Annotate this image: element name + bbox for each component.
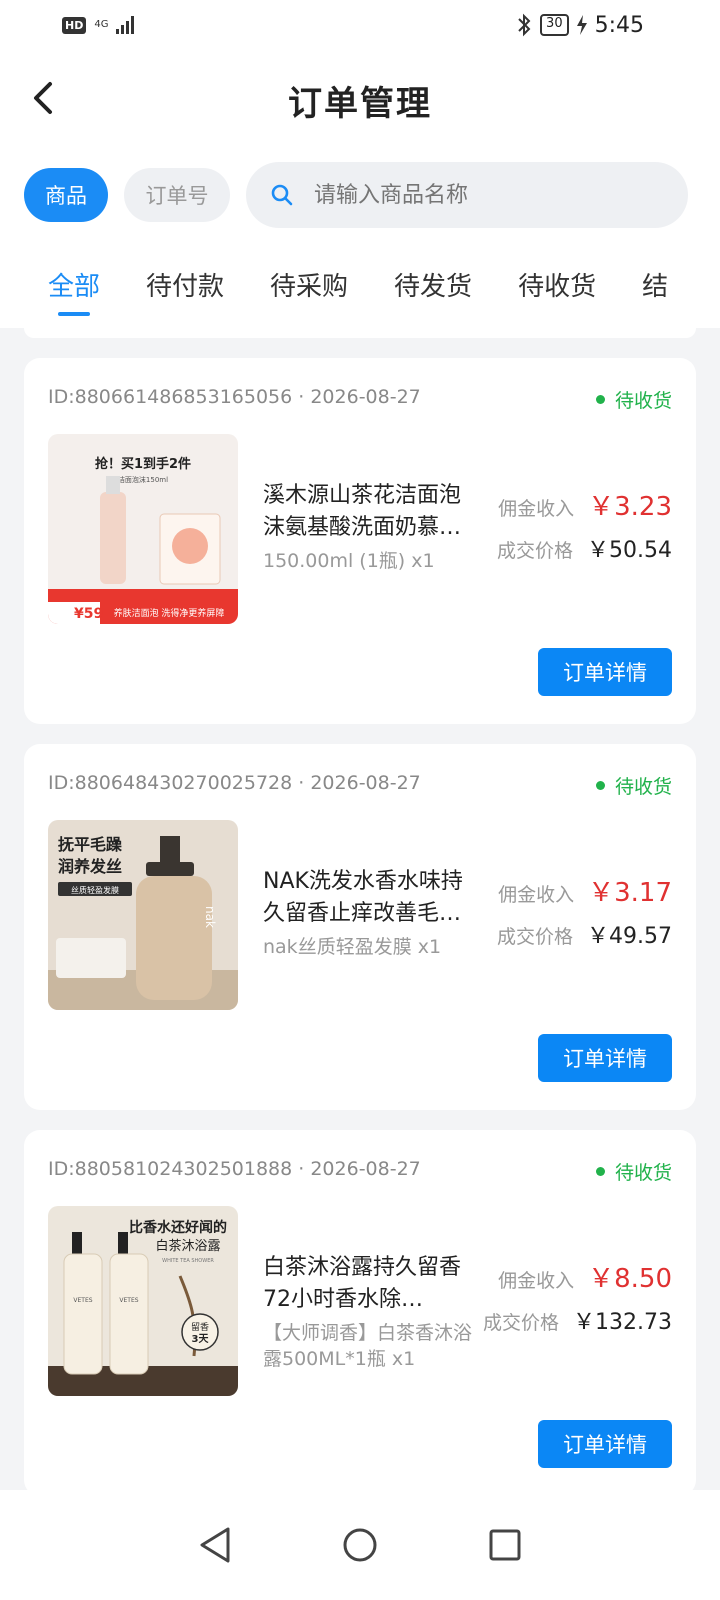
- product-name-text: 溪木源山茶花洁面泡沫氨基酸洗面奶慕…: [263, 483, 462, 540]
- tab-pending-receipt[interactable]: 待收货: [518, 240, 596, 328]
- brand-mark-1: VETES: [73, 1297, 92, 1304]
- home-circle-icon[interactable]: [342, 1527, 378, 1563]
- back-triangle-icon[interactable]: [198, 1526, 232, 1564]
- clock: 5:45: [594, 12, 644, 38]
- price-block: 佣金收入 ￥3.17 成交价格 ￥49.57: [497, 872, 672, 964]
- order-id-date: ID:880648430270025728 · 2026-08-27: [48, 772, 421, 794]
- image-subtitle: WHITE TEA SHOWER: [162, 1258, 214, 1264]
- price-block: 佣金收入 ￥8.50 成交价格 ￥132.73: [483, 1258, 672, 1350]
- product-spec: 【大师调香】白茶香沐浴露500ML*1瓶 x1: [263, 1322, 473, 1370]
- filter-product-button[interactable]: 商品: [24, 168, 108, 222]
- image-headline-2: 润养发丝: [58, 857, 122, 876]
- network-type: 4G: [94, 19, 109, 30]
- battery-icon: 30: [540, 14, 569, 36]
- deal-price-value: ￥132.73: [573, 1310, 672, 1335]
- product-spec: 150.00ml (1瓶) x1: [263, 550, 435, 572]
- search-input[interactable]: [314, 182, 654, 208]
- search-box[interactable]: [246, 162, 688, 228]
- order-detail-button[interactable]: 订单详情: [538, 1034, 672, 1082]
- commission-label: 佣金收入: [498, 498, 575, 520]
- signal-icon: [116, 16, 135, 34]
- badge-bottom: 3天: [192, 1333, 210, 1345]
- commission-label: 佣金收入: [498, 884, 575, 906]
- commission-value: ￥8.50: [588, 1264, 672, 1294]
- previous-card-edge: [24, 328, 696, 338]
- recents-square-icon[interactable]: [488, 1528, 522, 1562]
- commission-value: ￥3.17: [588, 878, 672, 908]
- product-name[interactable]: 溪木源山茶花洁面泡沫氨基酸洗面奶慕…: [263, 480, 481, 544]
- app-header: 订单管理: [0, 50, 720, 150]
- product-name-text: 白茶沐浴露持久留香72小时香水除…: [263, 1255, 462, 1312]
- product-image-cleanser: 抢！买1到手2件 洁面泡沫150ml ¥59 养肤洁面泡 洗得净更养屏障: [48, 434, 238, 624]
- deal-price-label: 成交价格: [497, 926, 574, 948]
- order-card: ID:880581024302501888 · 2026-08-27 待收货 比…: [24, 1130, 696, 1496]
- promo-title: 抢！买1到手2件: [95, 456, 191, 472]
- hd-icon: HD: [62, 16, 87, 34]
- deal-price-label: 成交价格: [497, 540, 574, 562]
- promo-subtitle: 洁面泡沫150ml: [118, 475, 168, 484]
- image-tag: 丝质轻盈发膜: [71, 885, 119, 895]
- status-bar: HD 4G 30 5:45: [0, 0, 720, 50]
- back-arrow-icon[interactable]: [28, 78, 56, 118]
- promo-price-tag: ¥59: [74, 606, 103, 622]
- image-headline-1: 比香水还好闻的: [129, 1219, 227, 1236]
- deal-price-value: ￥50.54: [587, 538, 672, 563]
- product-name[interactable]: 白茶沐浴露持久留香72小时香水除…: [263, 1252, 481, 1316]
- product-name[interactable]: NAK洗发水香水味持久留香止痒改善毛…: [263, 866, 481, 930]
- order-detail-button[interactable]: 订单详情: [538, 648, 672, 696]
- price-block: 佣金收入 ￥3.23 成交价格 ￥50.54: [497, 486, 672, 578]
- tab-pending-payment[interactable]: 待付款: [146, 240, 224, 328]
- order-id-date: ID:880661486853165056 · 2026-08-27: [48, 386, 421, 408]
- order-id-date: ID:880581024302501888 · 2026-08-27: [48, 1158, 421, 1180]
- order-card: ID:880661486853165056 · 2026-08-27 待收货 抢…: [24, 358, 696, 724]
- order-detail-button[interactable]: 订单详情: [538, 1420, 672, 1468]
- order-status-label: 待收货: [614, 390, 672, 412]
- product-image[interactable]: 抢！买1到手2件 洁面泡沫150ml ¥59 养肤洁面泡 洗得净更养屏障: [48, 434, 238, 624]
- product-image[interactable]: 抚平毛躁 润养发丝 丝质轻盈发膜 nak: [48, 820, 238, 1010]
- commission-value: ￥3.23: [588, 492, 672, 522]
- status-left: HD 4G: [62, 16, 135, 34]
- status-dot-icon: [595, 395, 605, 404]
- image-headline-2: 白茶沐浴露: [155, 1238, 220, 1254]
- tab-completed[interactable]: 结: [642, 240, 668, 328]
- status-right: 30 5:45: [516, 13, 644, 38]
- order-status: 待收货: [595, 772, 672, 799]
- image-headline-1: 抚平毛躁: [58, 835, 122, 854]
- product-name-text: NAK洗发水香水味持久留香止痒改善毛…: [263, 869, 463, 926]
- order-status-label: 待收货: [614, 1162, 672, 1184]
- deal-price-label: 成交价格: [483, 1312, 560, 1334]
- deal-price-value: ￥49.57: [587, 924, 672, 949]
- charging-icon: [576, 15, 587, 35]
- product-image-body-wash: 比香水还好闻的 白茶沐浴露 WHITE TEA SHOWER VETES VET…: [48, 1206, 238, 1396]
- product-image[interactable]: 比香水还好闻的 白茶沐浴露 WHITE TEA SHOWER VETES VET…: [48, 1206, 238, 1396]
- product-spec: nak丝质轻盈发膜 x1: [263, 936, 442, 958]
- brand-mark: nak: [203, 906, 217, 928]
- filter-order-number-button[interactable]: 订单号: [124, 168, 230, 222]
- order-status: 待收货: [595, 1158, 672, 1185]
- product-image-shampoo: 抚平毛躁 润养发丝 丝质轻盈发膜 nak: [48, 820, 238, 1010]
- brand-mark-2: VETES: [119, 1297, 138, 1304]
- order-status-tabs: 全部 待付款 待采购 待发货 待收货 结: [0, 240, 720, 328]
- order-list: ID:880661486853165056 · 2026-08-27 待收货 抢…: [24, 358, 696, 1576]
- order-card: ID:880648430270025728 · 2026-08-27 待收货 抚…: [24, 744, 696, 1110]
- badge-top: 留香: [191, 1321, 209, 1333]
- order-status: 待收货: [595, 386, 672, 413]
- promo-banner: 养肤洁面泡 洗得净更养屏障: [114, 607, 225, 619]
- bluetooth-icon: [518, 13, 531, 37]
- search-row: 商品 订单号: [0, 150, 720, 240]
- system-nav-bar: [0, 1490, 720, 1600]
- status-dot-icon: [595, 781, 605, 790]
- commission-label: 佣金收入: [498, 1270, 575, 1292]
- tab-all[interactable]: 全部: [48, 240, 100, 328]
- search-icon: [271, 184, 293, 206]
- status-dot-icon: [595, 1167, 605, 1176]
- tab-pending-shipment[interactable]: 待发货: [394, 240, 472, 328]
- page-title: 订单管理: [288, 83, 432, 124]
- tab-pending-purchase[interactable]: 待采购: [270, 240, 348, 328]
- order-status-label: 待收货: [614, 776, 672, 798]
